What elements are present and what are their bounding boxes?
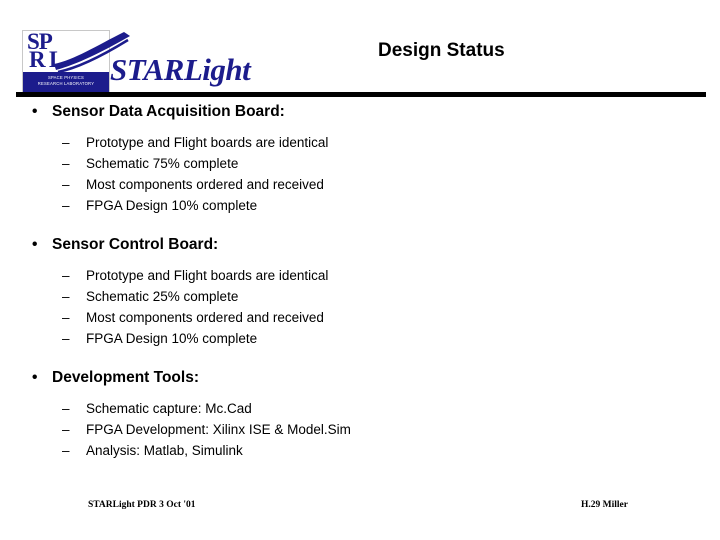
list-item-label: Most components ordered and received xyxy=(86,310,324,325)
section-heading: • Sensor Control Board: xyxy=(0,236,720,254)
section-heading-label: Sensor Control Board: xyxy=(52,236,219,253)
list-item: – FPGA Design 10% complete xyxy=(0,195,720,216)
section-items: – Prototype and Flight boards are identi… xyxy=(0,132,720,216)
dash-icon: – xyxy=(62,177,70,192)
dash-icon: – xyxy=(62,289,70,304)
list-item-label: FPGA Design 10% complete xyxy=(86,331,258,346)
list-item: – Most components ordered and received xyxy=(0,307,720,328)
section-heading-label: Sensor Data Acquisition Board: xyxy=(52,103,285,120)
sprl-logo: SP R L SPACE PHYSICS RESEARCH LABORATORY xyxy=(22,30,110,92)
list-item: – Schematic capture: Mc.Cad xyxy=(0,398,720,419)
list-item-label: Schematic 75% complete xyxy=(86,156,239,171)
starlight-wordmark: STARLight xyxy=(110,52,251,87)
dash-icon: – xyxy=(62,331,70,346)
list-item: – Prototype and Flight boards are identi… xyxy=(0,265,720,286)
logo-lab-banner: SPACE PHYSICS RESEARCH LABORATORY xyxy=(23,72,109,92)
dash-icon: – xyxy=(62,198,70,213)
dash-icon: – xyxy=(62,443,70,458)
section-heading-label: Development Tools: xyxy=(52,369,199,386)
section-items: – Prototype and Flight boards are identi… xyxy=(0,265,720,349)
page-title: Design Status xyxy=(378,40,505,61)
section-heading: • Sensor Data Acquisition Board: xyxy=(0,103,720,121)
list-item-label: FPGA Development: Xilinx ISE & Model.Sim xyxy=(86,422,351,437)
dash-icon: – xyxy=(62,310,70,325)
slide-header: SP R L SPACE PHYSICS RESEARCH LABORATORY… xyxy=(0,0,720,100)
logo-l-text: L xyxy=(49,47,65,72)
dash-icon: – xyxy=(62,156,70,171)
footer-left-text: STARLight PDR 3 Oct '01 xyxy=(88,500,196,510)
list-item-label: Schematic capture: Mc.Cad xyxy=(86,401,252,416)
bullet-dot-icon: • xyxy=(32,369,38,386)
list-item-label: Analysis: Matlab, Simulink xyxy=(86,443,243,458)
dash-icon: – xyxy=(62,135,70,150)
list-item: – Most components ordered and received xyxy=(0,174,720,195)
bullet-dot-icon: • xyxy=(32,236,38,253)
list-item-label: Schematic 25% complete xyxy=(86,289,239,304)
list-item: – Analysis: Matlab, Simulink xyxy=(0,440,720,461)
dash-icon: – xyxy=(62,422,70,437)
dash-icon: – xyxy=(62,401,70,416)
list-item: – Schematic 75% complete xyxy=(0,153,720,174)
section-sensor-data-acquisition-board: • Sensor Data Acquisition Board: – Proto… xyxy=(0,103,720,216)
section-sensor-control-board: • Sensor Control Board: – Prototype and … xyxy=(0,236,720,349)
list-item-label: Prototype and Flight boards are identica… xyxy=(86,135,329,150)
header-divider xyxy=(16,92,706,97)
slide-footer: STARLight PDR 3 Oct '01 H.29 Miller xyxy=(0,500,720,516)
bullet-dot-icon: • xyxy=(32,103,38,120)
list-item: – FPGA Design 10% complete xyxy=(0,328,720,349)
section-items: – Schematic capture: Mc.Cad – FPGA Devel… xyxy=(0,398,720,461)
list-item-label: FPGA Design 10% complete xyxy=(86,198,258,213)
list-item-label: Most components ordered and received xyxy=(86,177,324,192)
footer-right-text: H.29 Miller xyxy=(581,500,628,510)
list-item: – Schematic 25% complete xyxy=(0,286,720,307)
logo-r-text: R xyxy=(29,47,46,72)
list-item: – FPGA Development: Xilinx ISE & Model.S… xyxy=(0,419,720,440)
logo-lab-line2: RESEARCH LABORATORY xyxy=(37,81,95,86)
slide-body: • Sensor Data Acquisition Board: – Proto… xyxy=(0,103,720,461)
section-development-tools: • Development Tools: – Schematic capture… xyxy=(0,369,720,461)
list-item: – Prototype and Flight boards are identi… xyxy=(0,132,720,153)
dash-icon: – xyxy=(62,268,70,283)
section-heading: • Development Tools: xyxy=(0,369,720,387)
list-item-label: Prototype and Flight boards are identica… xyxy=(86,268,329,283)
